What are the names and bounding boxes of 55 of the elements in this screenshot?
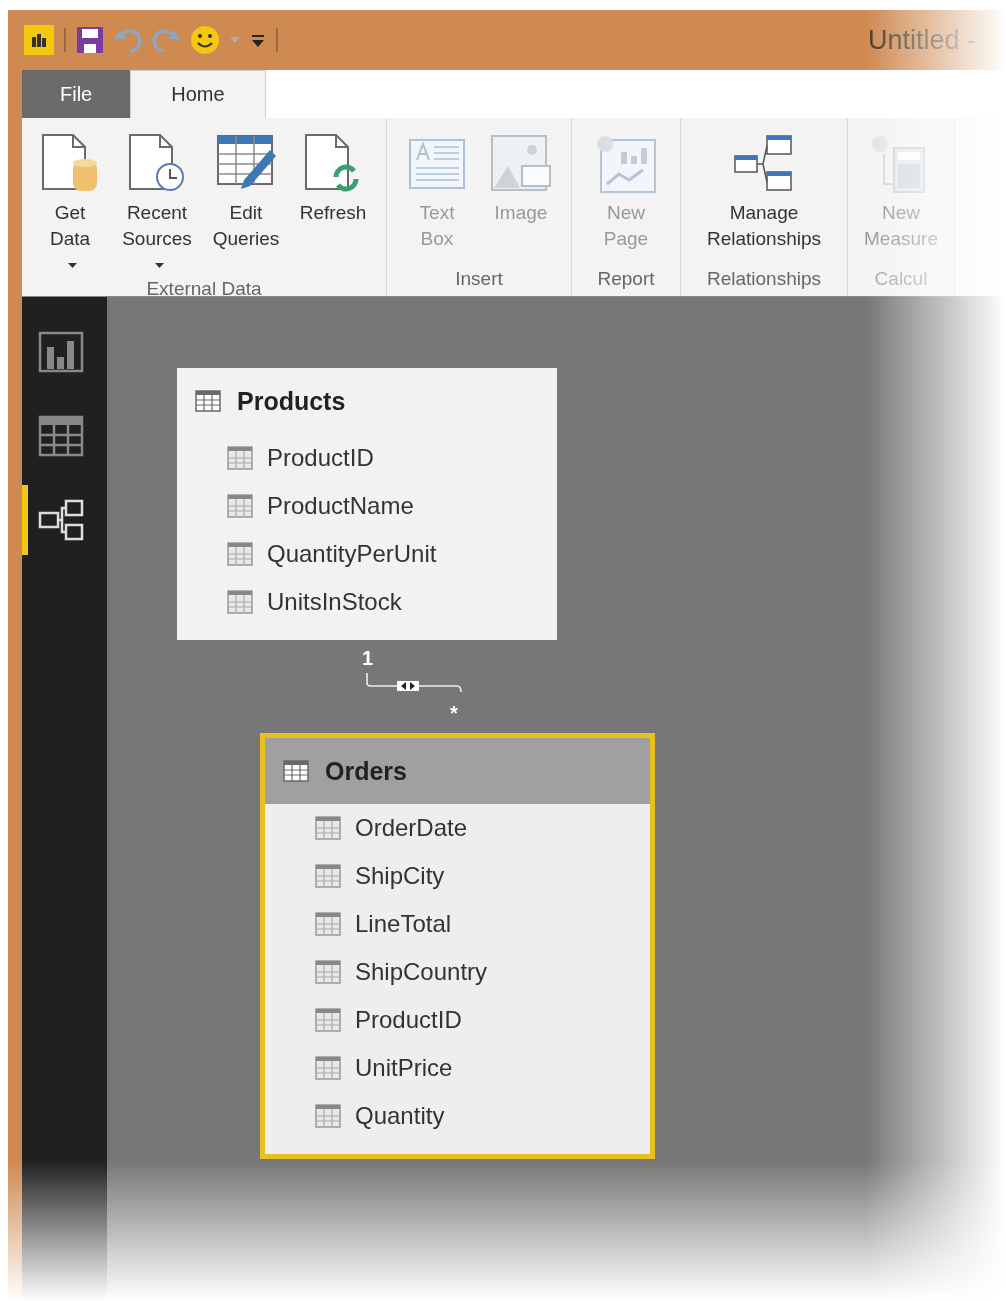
field-name[interactable]: ShipCountry [355,958,488,986]
column-icon [227,542,253,566]
table-icon [38,415,84,457]
chart-page-icon [595,134,657,194]
column-icon [315,1008,341,1032]
smiley-icon[interactable] [190,25,220,55]
group-label: External Data [146,278,262,300]
column-icon [315,1104,341,1128]
linked-tables-icon [733,134,795,194]
cardinality-label: * [450,702,458,725]
window-title: Untitled - [867,24,976,56]
column-icon [227,590,253,614]
table-name: Orders [325,756,407,786]
field-name[interactable]: UnitsInStock [267,588,402,616]
column-icon [315,960,341,984]
column-icon [315,864,341,888]
column-icon [227,494,253,518]
linked-tables-icon [38,499,84,541]
bar-chart-icon [38,331,84,373]
save-icon[interactable] [76,26,104,54]
column-icon [315,1056,341,1080]
ribbon-button[interactable]: Manage Relationships [689,128,839,268]
ribbon-button[interactable]: Get Data [30,128,110,278]
group-label: Insert [455,268,503,290]
field-name[interactable]: ProductID [267,444,374,472]
column-icon [315,816,341,840]
column-icon [315,912,341,936]
field-name[interactable]: ProductName [267,492,414,520]
app-logo-icon[interactable] [24,25,54,55]
group-label: Relationships [706,268,822,290]
group-label: Report [597,268,655,290]
group-label: Calcul [874,268,928,290]
table-icon [195,390,221,412]
table-name: Products [237,386,346,416]
field-name[interactable]: OrderDate [355,814,468,842]
field-name[interactable]: UnitPrice [355,1054,453,1082]
field-name[interactable]: ShipCity [355,862,445,890]
table-card[interactable]: Products ProductID ProductName QuantityPerUnit UnitsInStock [177,368,557,640]
field-name[interactable]: LineTotal [355,910,452,938]
file-tab[interactable]: File [22,70,131,118]
ribbon-button[interactable]: Edit Queries [204,128,288,278]
field-name[interactable]: ProductID [355,1006,462,1034]
text-box-icon [408,138,466,190]
column-icon [227,446,253,470]
ribbon-button[interactable]: Refresh [288,128,378,278]
table-card[interactable]: Orders OrderDate ShipCity LineTotal ShipCountry ProductID UnitPrice Quantity [260,733,655,1159]
table-icon [283,760,309,782]
ribbon-tab[interactable]: Home [130,70,266,118]
ribbon-button[interactable]: Recent Sources [110,128,204,278]
cardinality-label: 1 [362,647,374,670]
field-name[interactable]: Quantity [355,1102,445,1130]
field-name[interactable]: QuantityPerUnit [267,540,437,568]
image-icon [490,134,552,194]
customize-toolbar-icon[interactable] [250,32,266,48]
relationship-line[interactable] [366,672,462,693]
